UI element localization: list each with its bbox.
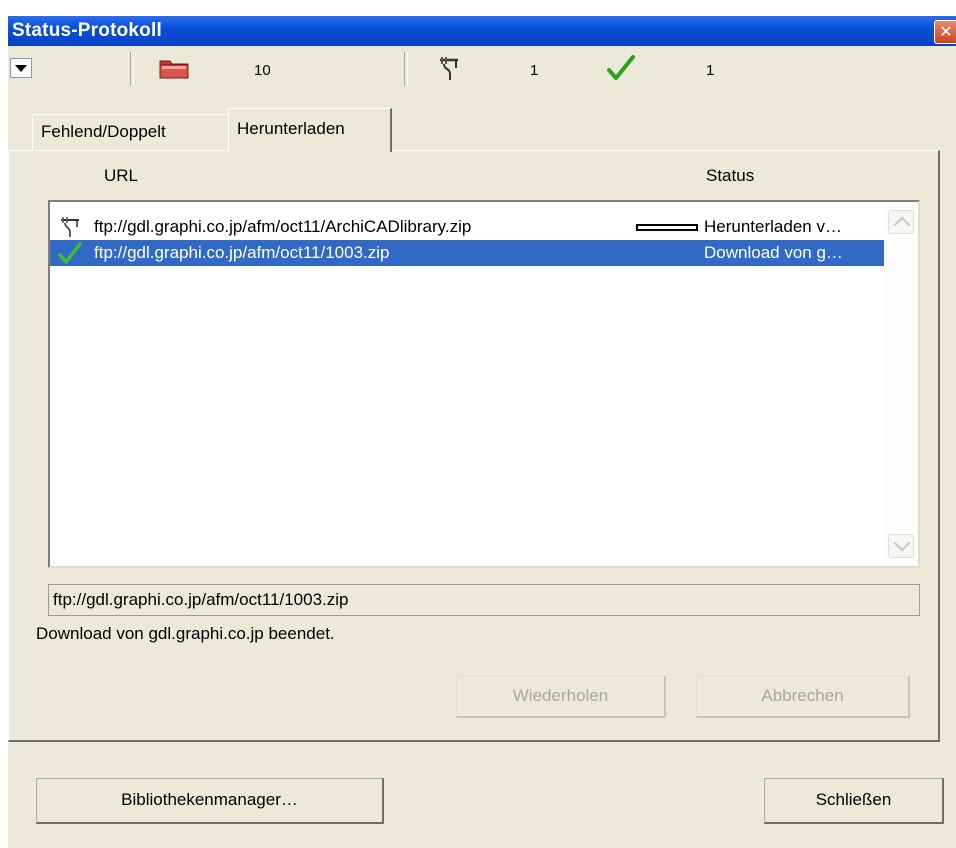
library-manager-button[interactable]: Bibliothekenmanager… xyxy=(36,778,384,824)
missing-count: 10 xyxy=(254,62,271,79)
downloading-plug-icon[interactable] xyxy=(434,54,464,82)
plug-icon xyxy=(61,217,79,237)
list-item-url: ftp://gdl.graphi.co.jp/afm/oct11/1003.zi… xyxy=(94,243,390,262)
download-list[interactable]: ftp://gdl.graphi.co.jp/afm/oct11/ArchiCA… xyxy=(48,200,920,568)
list-item[interactable]: ftp://gdl.graphi.co.jp/afm/oct11/ArchiCA… xyxy=(50,214,884,240)
missing-items-icon[interactable] xyxy=(158,56,190,80)
downloading-count: 1 xyxy=(530,62,539,79)
close-icon: ✕ xyxy=(939,22,953,41)
window-title: Status-Protokoll xyxy=(12,20,162,41)
selected-url-field[interactable]: ftp://gdl.graphi.co.jp/afm/oct11/1003.zi… xyxy=(48,584,920,616)
list-item-status: Herunterladen v… xyxy=(704,217,842,236)
toolbar-separator xyxy=(404,52,408,86)
status-message: Download von gdl.graphi.co.jp beendet. xyxy=(36,624,335,643)
chevron-up-icon xyxy=(893,216,911,234)
filter-dropdown-button[interactable] xyxy=(10,58,32,78)
download-progress-bar xyxy=(636,224,698,231)
checkmark-icon[interactable] xyxy=(606,54,636,82)
list-item-url: ftp://gdl.graphi.co.jp/afm/oct11/ArchiCA… xyxy=(94,217,472,236)
vertical-scrollbar[interactable] xyxy=(884,202,918,566)
scroll-up-button[interactable] xyxy=(888,210,914,234)
retry-button[interactable]: Wiederholen xyxy=(456,676,666,718)
tab-download[interactable]: Herunterladen xyxy=(228,108,392,152)
checkmark-icon xyxy=(58,242,82,264)
close-button[interactable]: Schließen xyxy=(764,778,944,824)
status-log-dialog: Status-Protokoll ✕ 10 1 1 Fehlend/Doppel… xyxy=(8,16,956,848)
list-item-status: Download von g… xyxy=(704,243,843,262)
cancel-button[interactable]: Abbrechen xyxy=(696,676,910,718)
completed-count: 1 xyxy=(706,62,715,79)
column-header-status[interactable]: Status xyxy=(706,166,754,186)
chevron-down-icon xyxy=(15,65,27,72)
scroll-down-button[interactable] xyxy=(888,534,914,558)
chevron-down-icon xyxy=(893,534,911,552)
tab-missing-duplicate[interactable]: Fehlend/Doppelt xyxy=(32,114,228,150)
close-window-button[interactable]: ✕ xyxy=(934,20,956,44)
list-item-selected[interactable]: ftp://gdl.graphi.co.jp/afm/oct11/1003.zi… xyxy=(50,240,884,266)
column-header-url[interactable]: URL xyxy=(104,166,138,186)
toolbar: 10 1 1 xyxy=(8,46,956,94)
toolbar-separator xyxy=(130,52,134,86)
title-bar[interactable]: Status-Protokoll ✕ xyxy=(8,16,956,46)
